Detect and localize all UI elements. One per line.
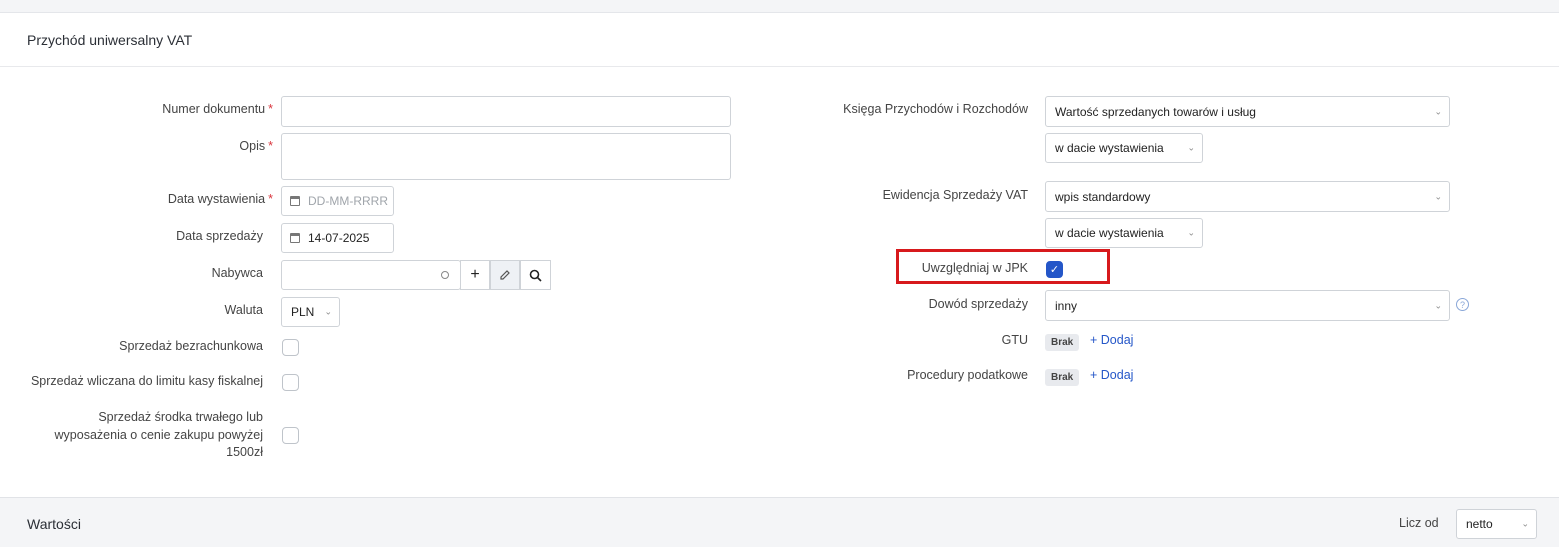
search-nabywca-button[interactable] <box>520 260 551 290</box>
search-icon <box>441 271 449 279</box>
kpir-date-select[interactable]: w dacie wystawienia ⌄ <box>1045 133 1203 163</box>
licz-od-label: Licz od <box>1399 516 1439 530</box>
date-placeholder: DD-MM-RRRR <box>308 194 388 208</box>
kpir-label: Księga Przychodów i Rozchodów <box>843 102 1028 116</box>
section-title: Wartości <box>27 516 81 532</box>
data-sprzedazy-label: Data sprzedaży <box>176 229 263 243</box>
page-title: Przychód uniwersalny VAT <box>27 32 193 48</box>
waluta-value: PLN <box>291 305 315 319</box>
licz-od-select[interactable]: netto ⌄ <box>1456 509 1537 539</box>
procedury-add-link[interactable]: + Dodaj <box>1090 368 1133 382</box>
bezrachunkowa-checkbox[interactable] <box>282 339 299 356</box>
dowod-value: inny <box>1055 298 1078 313</box>
data-wystawienia-label: Data wystawienia * <box>167 192 273 206</box>
bezrachunkowa-label: Sprzedaż bezrachunkowa <box>119 339 263 353</box>
chevron-down-icon: ⌄ <box>1434 300 1442 310</box>
chevron-down-icon: ⌄ <box>1187 227 1195 238</box>
edit-icon <box>500 270 510 280</box>
nabywca-label: Nabywca <box>211 266 263 280</box>
srodek-trwaly-checkbox[interactable] <box>282 427 299 444</box>
ewidencja-date-select[interactable]: w dacie wystawienia ⌄ <box>1045 218 1203 248</box>
limit-kasy-checkbox[interactable] <box>282 374 299 391</box>
gtu-label: GTU <box>1001 333 1028 347</box>
help-icon[interactable]: ? <box>1456 298 1469 311</box>
numer-dokumentu-input[interactable] <box>281 96 731 127</box>
chevron-down-icon: ⌄ <box>1521 518 1529 529</box>
limit-kasy-label: Sprzedaż wliczana do limitu kasy fiskaln… <box>30 374 263 388</box>
kpir-value: Wartość sprzedanych towarów i usług <box>1055 104 1256 119</box>
form-panel: Przychód uniwersalny VAT Numer dokumentu… <box>0 12 1559 498</box>
procedury-badge: Brak <box>1045 369 1080 386</box>
chevron-down-icon: ⌄ <box>1434 191 1442 201</box>
values-section-header: Wartości Licz od netto ⌄ <box>0 497 1559 547</box>
chevron-down-icon: ⌄ <box>1187 142 1195 153</box>
numer-dokumentu-label: Numer dokumentu * <box>162 102 273 116</box>
ewidencja-date-value: w dacie wystawienia <box>1055 226 1164 240</box>
opis-label: Opis * <box>239 139 273 153</box>
calendar-icon <box>290 233 300 243</box>
licz-od-value: netto <box>1466 517 1493 531</box>
ewidencja-select[interactable]: wpis standardowy ⌄ <box>1045 181 1450 212</box>
data-wystawienia-input[interactable]: DD-MM-RRRR <box>281 186 394 216</box>
gtu-add-link[interactable]: + Dodaj <box>1090 333 1133 347</box>
kpir-date-value: w dacie wystawienia <box>1055 141 1164 155</box>
ewidencja-value: wpis standardowy <box>1055 189 1151 204</box>
kpir-select[interactable]: Wartość sprzedanych towarów i usług ⌄ <box>1045 96 1450 127</box>
nabywca-input[interactable] <box>281 260 461 290</box>
add-nabywca-button[interactable]: + <box>460 260 490 290</box>
dowod-label: Dowód sprzedaży <box>928 297 1028 311</box>
data-sprzedazy-input[interactable]: 14-07-2025 <box>281 223 394 253</box>
date-value: 14-07-2025 <box>308 231 370 245</box>
ewidencja-label: Ewidencja Sprzedaży VAT <box>882 188 1028 202</box>
search-icon <box>529 269 542 282</box>
panel-header: Przychód uniwersalny VAT <box>0 13 1559 67</box>
gtu-badge: Brak <box>1045 334 1080 351</box>
procedury-label: Procedury podatkowe <box>907 368 1028 382</box>
opis-textarea[interactable] <box>281 133 731 180</box>
chevron-down-icon: ⌄ <box>324 306 332 317</box>
chevron-down-icon: ⌄ <box>1434 106 1442 116</box>
dowod-select[interactable]: inny ⌄ <box>1045 290 1450 321</box>
srodek-trwaly-label: Sprzedaż środka trwałego lub wyposażenia… <box>54 410 263 459</box>
waluta-label: Waluta <box>224 303 263 317</box>
jpk-highlight-box <box>896 249 1110 284</box>
waluta-select[interactable]: PLN ⌄ <box>281 297 340 327</box>
edit-nabywca-button[interactable] <box>490 260 520 290</box>
calendar-icon <box>290 196 300 206</box>
